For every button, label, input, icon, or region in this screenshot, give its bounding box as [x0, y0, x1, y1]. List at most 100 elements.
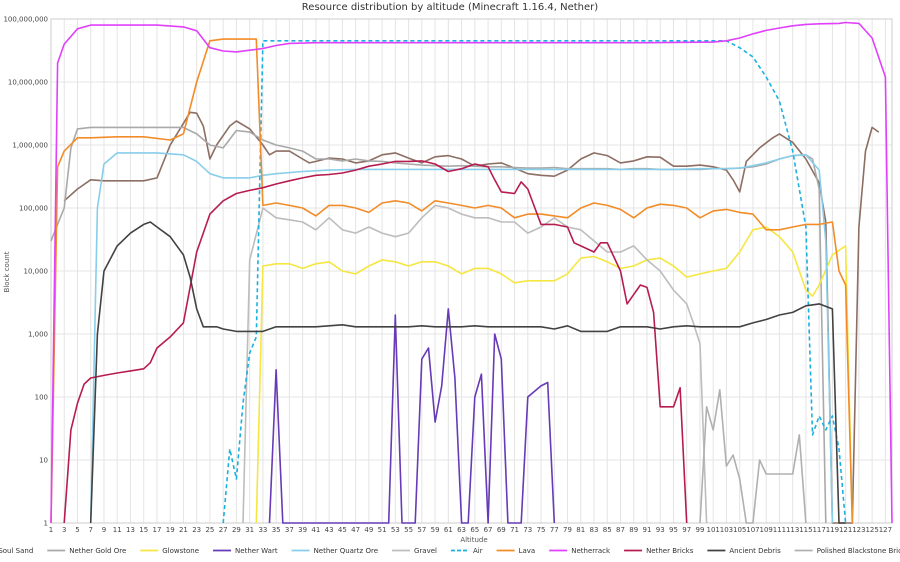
legend-label: Gravel	[414, 547, 437, 555]
x-tick-label: 63	[457, 526, 466, 534]
legend-item: Nether Wart	[213, 547, 278, 555]
x-tick-label: 75	[537, 526, 546, 534]
x-tick-label: 105	[733, 526, 746, 534]
x-tick-label: 37	[285, 526, 294, 534]
x-tick-label: 33	[258, 526, 267, 534]
x-tick-label: 41	[311, 526, 320, 534]
x-tick-label: 11	[113, 526, 122, 534]
x-tick-label: 121	[839, 526, 852, 534]
x-tick-label: 61	[444, 526, 453, 534]
chart-canvas: Resource distribution by altitude (Minec…	[0, 2, 900, 555]
legend-label: Soul Sand	[0, 547, 33, 555]
x-tick-label: 31	[245, 526, 254, 534]
y-tick-label: 1,000,000	[12, 142, 48, 150]
legend-label: Nether Wart	[235, 547, 278, 555]
x-tick-label: 93	[656, 526, 665, 534]
x-tick-label: 17	[152, 526, 161, 534]
x-tick-label: 43	[325, 526, 334, 534]
x-tick-label: 125	[865, 526, 878, 534]
series-line-nether-gold-ore	[50, 126, 827, 524]
x-tick-label: 103	[720, 526, 733, 534]
x-tick-label: 95	[669, 526, 678, 534]
series-line-nether-bricks	[63, 160, 688, 524]
x-tick-label: 35	[272, 526, 281, 534]
y-tick-label: 10,000,000	[8, 79, 48, 87]
legend-item: Air	[450, 547, 483, 555]
x-tick-label: 97	[682, 526, 691, 534]
legend-label: Nether Bricks	[646, 547, 694, 555]
x-tick-label: 77	[550, 526, 559, 534]
y-tick-label: 1	[44, 520, 48, 528]
x-tick-label: 45	[338, 526, 347, 534]
x-tick-label: 5	[75, 526, 79, 534]
legend-item: Netherrack	[549, 547, 611, 555]
x-tick-label: 15	[139, 526, 148, 534]
legend-item: Polished Blackstone Bricks	[794, 547, 900, 555]
x-tick-label: 117	[812, 526, 825, 534]
x-tick-label: 119	[826, 526, 839, 534]
x-tick-label: 39	[298, 526, 307, 534]
y-tick-label: 100	[35, 394, 48, 402]
x-tick-label: 109	[759, 526, 772, 534]
legend-label: Nether Gold Ore	[69, 547, 126, 555]
x-tick-label: 27	[219, 526, 228, 534]
y-tick-label: 1,000	[28, 331, 48, 339]
legend-item: Nether Bricks	[624, 547, 694, 555]
chart-title: Resource distribution by altitude (Minec…	[302, 2, 598, 13]
x-tick-label: 51	[378, 526, 387, 534]
x-tick-label: 87	[616, 526, 625, 534]
legend-item: Nether Gold Ore	[47, 547, 126, 555]
legend-item: Gravel	[392, 547, 437, 555]
x-tick-label: 21	[179, 526, 188, 534]
x-tick-label: 99	[695, 526, 704, 534]
x-tick-label: 83	[590, 526, 599, 534]
x-tick-label: 7	[88, 526, 92, 534]
x-tick-label: 67	[484, 526, 493, 534]
x-tick-label: 71	[510, 526, 519, 534]
x-tick-label: 13	[126, 526, 135, 534]
x-tick-label: 89	[629, 526, 638, 534]
x-tick-label: 29	[232, 526, 241, 534]
y-tick-label: 10,000	[24, 268, 49, 276]
legend-item: Soul Sand	[0, 547, 33, 555]
series-line-ancient-debris	[89, 221, 846, 524]
x-tick-label: 23	[192, 526, 201, 534]
series-line-nether-wart	[268, 308, 556, 524]
x-tick-label: 79	[563, 526, 572, 534]
x-tick-label: 127	[879, 526, 892, 534]
y-tick-label: 100,000	[19, 205, 48, 213]
x-tick-label: 53	[391, 526, 400, 534]
legend-label: Air	[473, 547, 483, 555]
x-tick-label: 57	[417, 526, 426, 534]
x-tick-label: 1	[49, 526, 53, 534]
x-tick-label: 101	[707, 526, 720, 534]
x-tick-label: 25	[205, 526, 214, 534]
x-tick-label: 19	[166, 526, 175, 534]
legend-item: Glowstone	[140, 547, 199, 555]
legend-label: Polished Blackstone Bricks	[817, 547, 900, 555]
y-tick-label: 100,000,000	[3, 16, 48, 24]
legend-label: Glowstone	[162, 547, 199, 555]
legend: Soul Sand Nether Gold Ore Glowstone Nether …	[0, 547, 900, 555]
x-tick-label: 47	[351, 526, 360, 534]
legend-label: Lava	[519, 547, 536, 555]
x-tick-label: 55	[404, 526, 413, 534]
x-axis-label: Altitude	[460, 536, 487, 544]
x-tick-label: 9	[102, 526, 106, 534]
legend-label: Netherrack	[571, 547, 611, 555]
x-tick-label: 123	[852, 526, 865, 534]
legend-label: Nether Quartz Ore	[314, 547, 378, 555]
x-tick-label: 113	[786, 526, 799, 534]
x-tick-label: 65	[470, 526, 479, 534]
x-axis-ticks: 1 3 5 7 9 11 13 15 17 19 21 23 25 27 29 31 33 35 37 39 41 43 4…	[49, 526, 892, 534]
x-tick-label: 3	[62, 526, 66, 534]
x-tick-label: 115	[799, 526, 812, 534]
legend-label: Ancient Debris	[729, 547, 781, 555]
legend-item: Ancient Debris	[707, 547, 781, 555]
x-tick-label: 91	[643, 526, 652, 534]
legend-item: Nether Quartz Ore	[291, 547, 378, 555]
x-tick-label: 107	[746, 526, 759, 534]
legend-item: Lava	[496, 547, 536, 555]
x-tick-label: 81	[576, 526, 585, 534]
series-line-lava	[50, 38, 854, 524]
